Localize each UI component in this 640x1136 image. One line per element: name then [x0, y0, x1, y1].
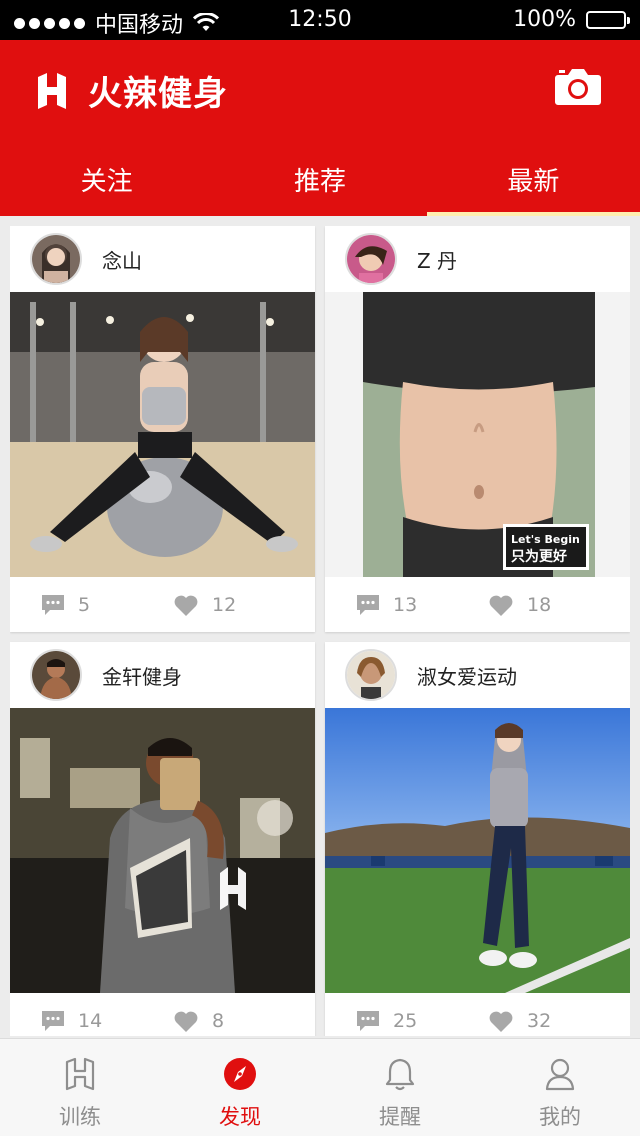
like-count[interactable]: 12	[174, 594, 236, 616]
nav-profile[interactable]: 我的	[480, 1039, 640, 1136]
compass-icon	[223, 1057, 257, 1093]
nav-label: 我的	[539, 1105, 581, 1129]
tab-latest[interactable]: 最新	[426, 156, 640, 216]
tab-following[interactable]: 关注	[0, 156, 213, 216]
like-count-value: 32	[527, 1010, 552, 1032]
nav-training[interactable]: 训练	[0, 1039, 160, 1136]
like-count-value: 18	[527, 594, 552, 616]
battery-percent: 100%	[513, 7, 576, 32]
avatar[interactable]	[30, 233, 82, 285]
post-stats: 25 32	[325, 993, 630, 1036]
comment-count-value: 13	[393, 594, 418, 616]
comment-count[interactable]: 25	[357, 1010, 417, 1032]
feed-tabs: 关注 推荐 最新	[0, 156, 640, 216]
post-header: Z 丹	[325, 226, 630, 292]
user-name[interactable]: 淑女爱运动	[417, 661, 517, 690]
app-title: 火辣健身	[88, 74, 228, 114]
avatar[interactable]	[30, 649, 82, 701]
user-name[interactable]: Z 丹	[417, 245, 457, 274]
like-count-value: 8	[212, 1010, 225, 1032]
post-stats: 13 18	[325, 577, 630, 633]
bottom-tab-bar: 训练 发现 提醒 我的	[0, 1038, 640, 1136]
heart-icon	[174, 1011, 198, 1032]
comment-count-value: 25	[393, 1010, 418, 1032]
like-count[interactable]: 32	[489, 1010, 551, 1032]
post-card[interactable]: 金轩健身 14 8	[10, 642, 315, 1036]
logo-h-icon	[64, 1057, 96, 1093]
comment-icon	[357, 1011, 379, 1031]
person-icon	[545, 1057, 575, 1093]
nav-label: 训练	[59, 1105, 101, 1129]
like-count[interactable]: 8	[174, 1010, 224, 1032]
post-stats: 14 8	[10, 993, 315, 1036]
comment-count[interactable]: 5	[42, 594, 90, 616]
status-bar: 中国移动 12:50 100%	[0, 0, 640, 40]
camera-icon[interactable]	[554, 66, 602, 106]
post-stats: 5 12	[10, 577, 315, 633]
post-feed: 念山 5 12 Z 丹 Let's Begin 只为更好 13 18 金轩健身 …	[10, 226, 630, 1036]
post-header: 淑女爱运动	[325, 642, 630, 708]
post-photo[interactable]	[10, 292, 315, 577]
nav-label: 发现	[219, 1105, 261, 1129]
post-photo[interactable]	[10, 708, 315, 993]
nav-label: 提醒	[379, 1105, 421, 1129]
avatar[interactable]	[345, 649, 397, 701]
comment-count-value: 14	[78, 1010, 103, 1032]
comment-count[interactable]: 14	[42, 1010, 102, 1032]
heart-icon	[489, 1011, 513, 1032]
nav-discover[interactable]: 发现	[160, 1039, 320, 1136]
post-photo[interactable]	[325, 708, 630, 993]
post-card[interactable]: 淑女爱运动 25 32	[325, 642, 630, 1036]
user-name[interactable]: 金轩健身	[102, 661, 182, 690]
logo-h-icon	[38, 72, 66, 109]
comment-count-value: 5	[78, 594, 91, 616]
avatar[interactable]	[345, 233, 397, 285]
photo-badge-line2: 只为更好	[511, 548, 567, 565]
battery-icon	[586, 10, 630, 29]
like-count[interactable]: 18	[489, 594, 551, 616]
heart-icon	[489, 595, 513, 616]
post-card[interactable]: 念山 5 12	[10, 226, 315, 632]
comment-icon	[42, 595, 64, 615]
status-right: 100%	[513, 7, 630, 32]
app-header: 火辣健身 关注 推荐 最新	[0, 40, 640, 216]
comment-icon	[42, 1011, 64, 1031]
comment-icon	[357, 595, 379, 615]
user-name[interactable]: 念山	[102, 245, 142, 274]
app-logo: 火辣健身	[36, 66, 228, 115]
post-card[interactable]: Z 丹 Let's Begin 只为更好 13 18	[325, 226, 630, 632]
tab-recommended[interactable]: 推荐	[213, 156, 426, 216]
post-header: 金轩健身	[10, 642, 315, 708]
post-photo[interactable]: Let's Begin 只为更好	[325, 292, 630, 577]
bell-icon	[384, 1057, 416, 1093]
photo-badge-line1: Let's Begin	[511, 533, 580, 546]
post-header: 念山	[10, 226, 315, 292]
nav-reminders[interactable]: 提醒	[320, 1039, 480, 1136]
comment-count[interactable]: 13	[357, 594, 417, 616]
like-count-value: 12	[212, 594, 237, 616]
heart-icon	[174, 595, 198, 616]
